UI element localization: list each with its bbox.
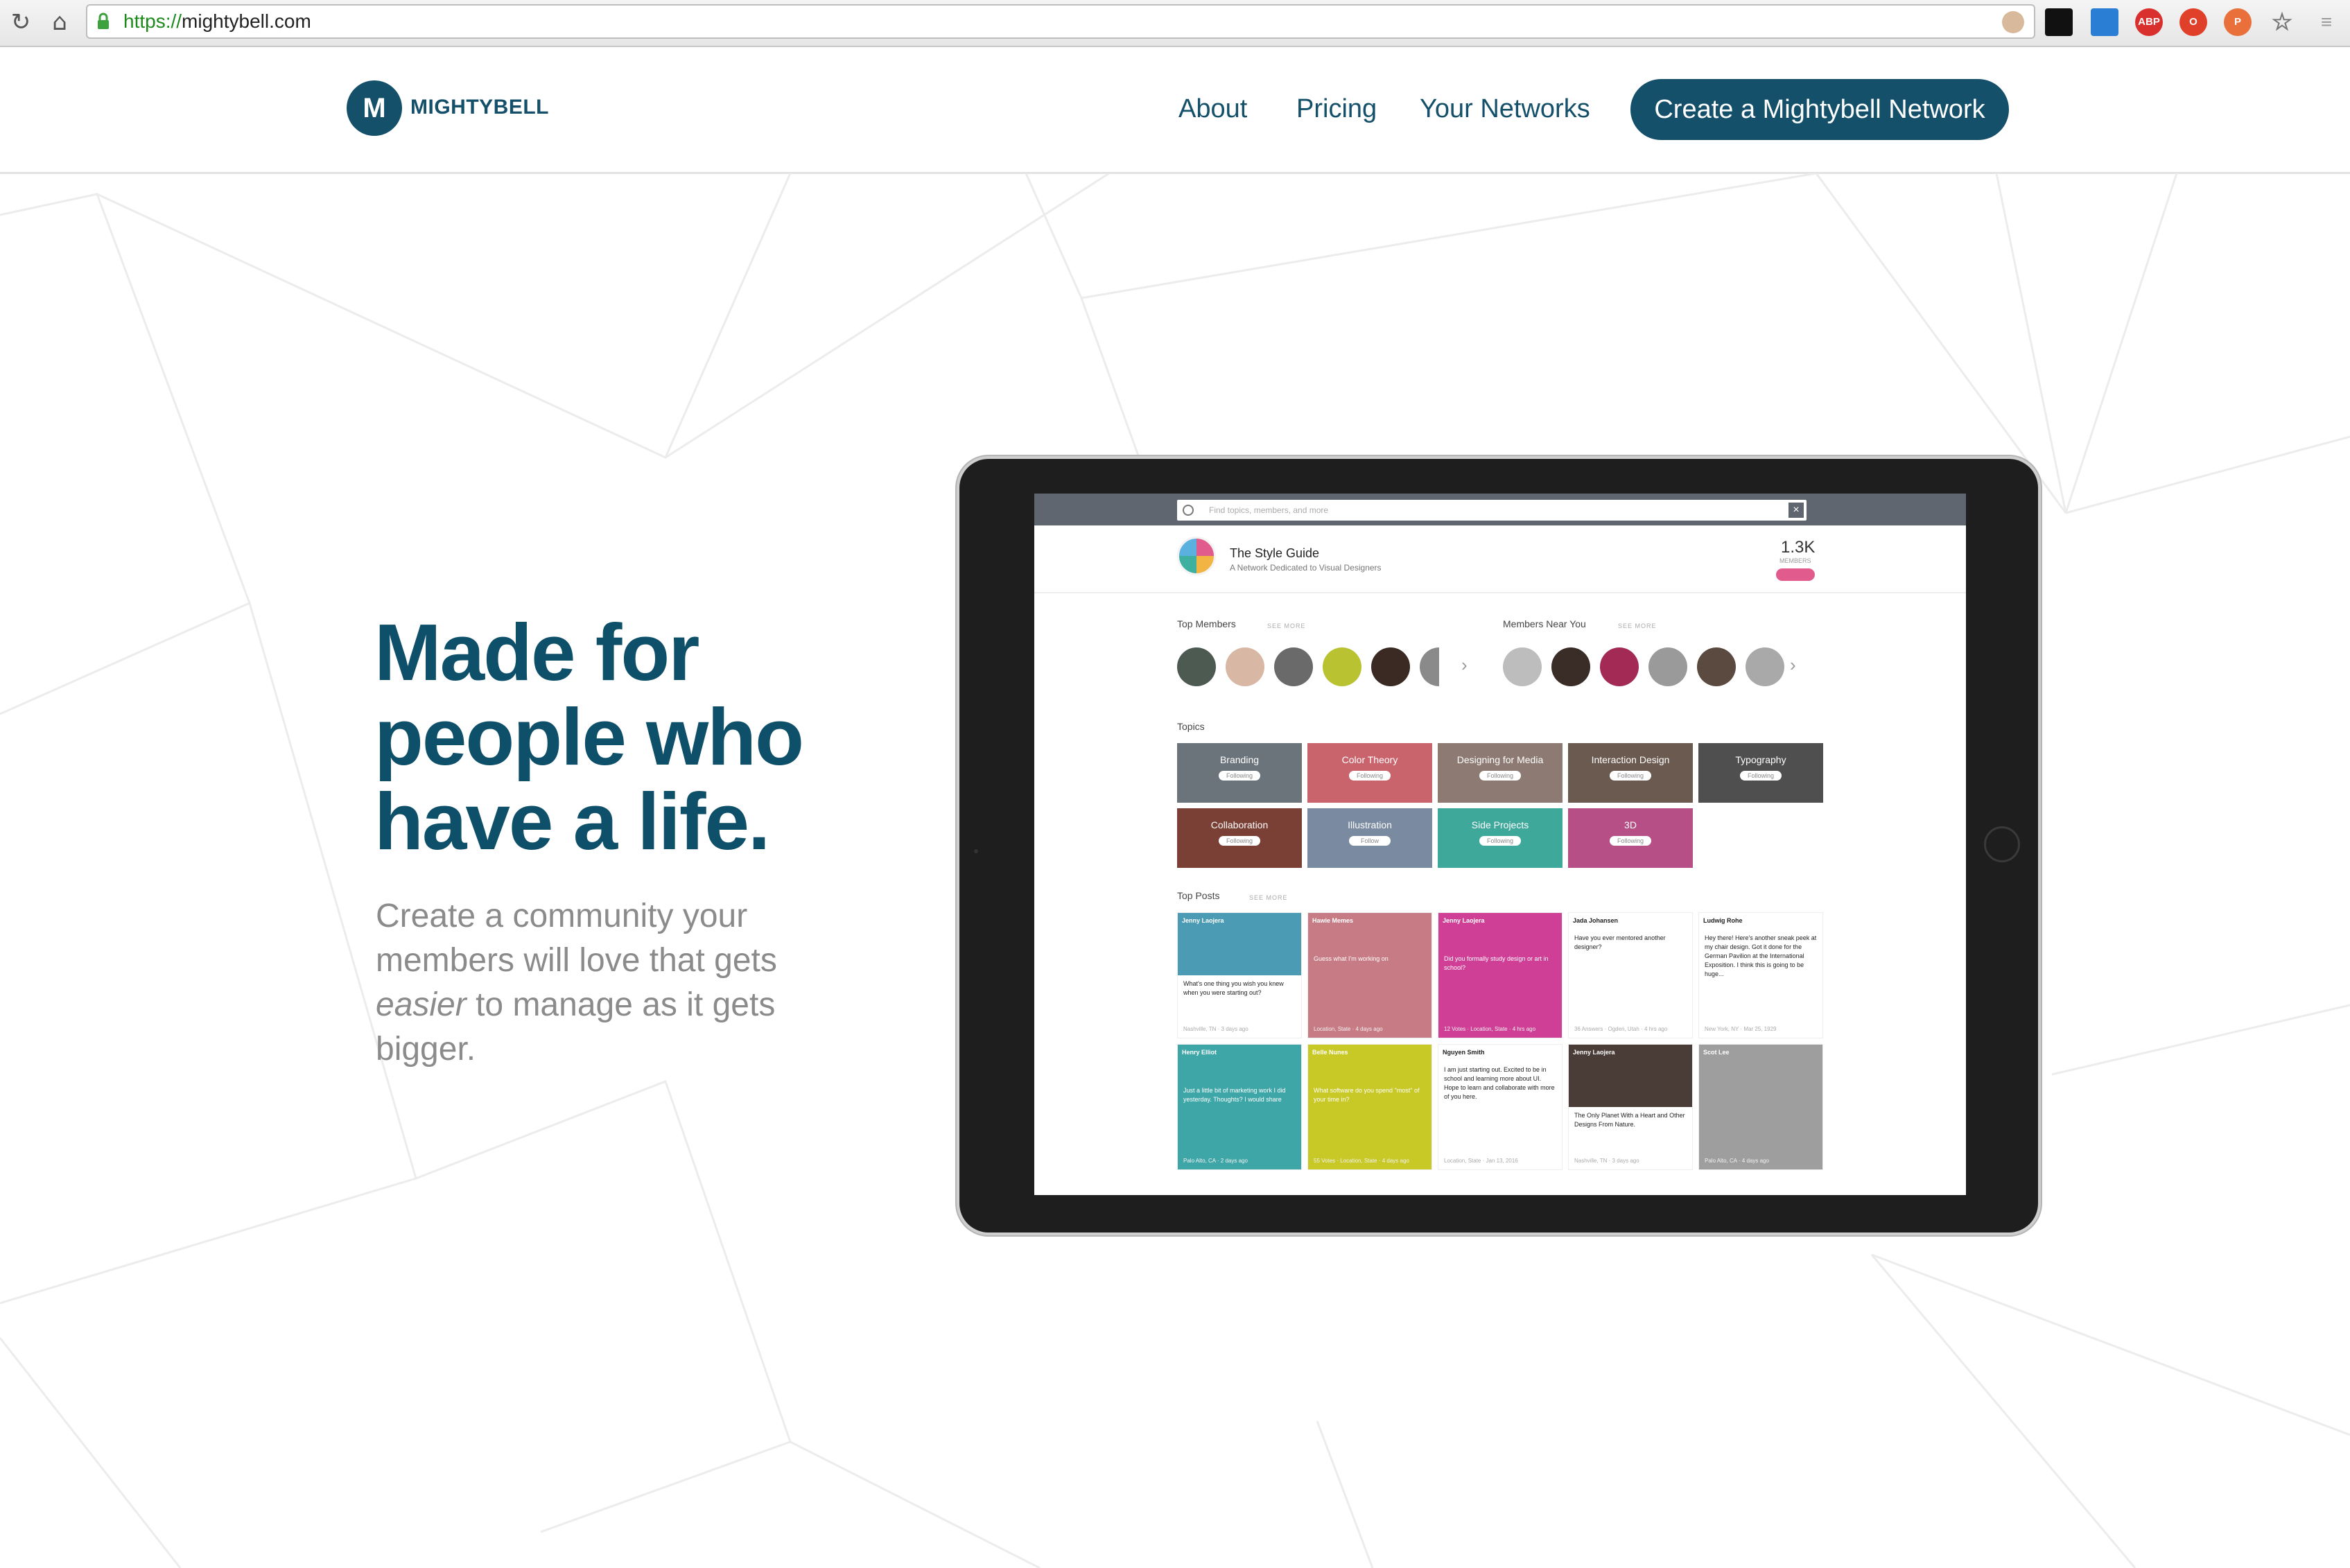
opera-icon[interactable]: O [2179,8,2207,36]
tablet-screen: Find topics, members, and more × The Sty… [1034,494,1966,1195]
lock-icon [98,12,109,29]
topic-tile: Interaction Design Following [1568,743,1693,803]
post-card: Henry Elliot Just a little bit of marketi… [1177,1044,1302,1170]
hero-headline: Made for people who have a life. [374,607,804,866]
top-posts-label: Top Posts [1177,890,1220,901]
post-card: Jenny Laojera Did you formally study desi… [1438,912,1563,1038]
avatar [1503,647,1542,686]
browser-toolbar: ↻ ⌂ https://mightybell.com ABP O P ☆ ≡ [0,0,2350,47]
topic-tile: Illustration Follow [1307,808,1432,868]
topic-tile: Side Projects Following [1438,808,1563,868]
avatar [1420,647,1439,686]
adblock-icon[interactable]: ABP [2135,8,2163,36]
window-extension-icon[interactable] [2091,8,2118,36]
members-near-label: Members Near You [1503,618,1586,629]
hero-subtext: Create a community your members will lov… [376,898,777,1068]
close-icon: × [1788,503,1804,518]
network-tagline: A Network Dedicated to Visual Designers [1230,563,1382,573]
post-card: Hawie Memes Guess what I'm working on Loca… [1307,912,1432,1038]
app-search-bar: Find topics, members, and more × [1034,494,1966,525]
post-card: Nguyen Smith I am just starting out. Exci… [1438,1044,1563,1170]
avatar [1226,647,1264,686]
address-bar[interactable]: https://mightybell.com [86,4,2035,39]
avatar [1323,647,1361,686]
url-text: https://mightybell.com [123,10,311,32]
avatar [1551,647,1590,686]
topic-tile: Color Theory Following [1307,743,1432,803]
site-header: M MIGHTYBELL About Pricing Your Networks… [0,47,2350,174]
nav-about[interactable]: About [1178,92,1247,126]
avatar [1600,647,1639,686]
topic-tile: 3D Following [1568,808,1693,868]
logo-text[interactable]: MIGHTYBELL [410,96,549,119]
network-header: The Style Guide A Network Dedicated to V… [1034,525,1966,593]
nav-pricing[interactable]: Pricing [1296,92,1377,126]
post-card: Scot Lee Palo Alto, CA · 4 days ago [1698,1044,1823,1170]
topic-tile: Collaboration Following [1177,808,1302,868]
bookmark-star-icon[interactable]: ☆ [2268,8,2296,36]
avatar [1746,647,1784,686]
post-card: Ludwig Rohe Hey there! Here's another sne… [1698,912,1823,1038]
product-hunt-icon[interactable]: P [2224,8,2252,36]
chevron-right-icon: › [1461,654,1468,675]
tablet-home-button [1984,826,2020,862]
top-members-label: Top Members [1177,618,1236,629]
topic-tile: Designing for Media Following [1438,743,1563,803]
post-card: Belle Nunes What software do you spend "m… [1307,1044,1432,1170]
avatar [1274,647,1313,686]
cookie-icon[interactable] [2002,11,2024,33]
avatar [1648,647,1687,686]
tablet-mockup: Find topics, members, and more × The Sty… [959,459,2038,1232]
tablet-camera [974,849,978,853]
post-card: Jenny Laojera The Only Planet With a Hear… [1568,1044,1693,1170]
post-card: Jenny Laojera What's one thing you wish y… [1177,912,1302,1038]
logo-mark[interactable]: M [347,80,402,136]
bird-extension-icon[interactable] [2045,8,2073,36]
avatar [1371,647,1410,686]
see-more-link: SEE MORE [1618,622,1657,629]
see-more-link: SEE MORE [1267,622,1306,629]
see-more-link: SEE MORE [1249,894,1288,901]
avatar [1177,647,1216,686]
search-placeholder: Find topics, members, and more [1209,505,1329,515]
app-search-input: Find topics, members, and more × [1177,500,1807,521]
search-icon [1183,505,1194,516]
home-icon[interactable]: ⌂ [46,8,73,36]
members-label: MEMBERS [1779,557,1811,564]
nav-your-networks[interactable]: Your Networks [1420,92,1590,126]
topics-label: Topics [1177,721,1205,732]
network-logo [1177,537,1216,575]
topic-tile: Branding Following [1177,743,1302,803]
reload-icon[interactable]: ↻ [7,8,35,36]
members-count: 1.3K [1781,538,1816,557]
network-name: The Style Guide [1230,546,1320,560]
topic-tile: Typography Following [1698,743,1823,803]
post-card: Jada Johansen Have you ever mentored anot… [1568,912,1693,1038]
invite-badge [1776,568,1815,581]
avatar [1697,647,1736,686]
menu-icon[interactable]: ≡ [2313,8,2340,36]
create-network-button[interactable]: Create a Mightybell Network [1630,79,2009,140]
chevron-right-icon: › [1790,654,1796,675]
